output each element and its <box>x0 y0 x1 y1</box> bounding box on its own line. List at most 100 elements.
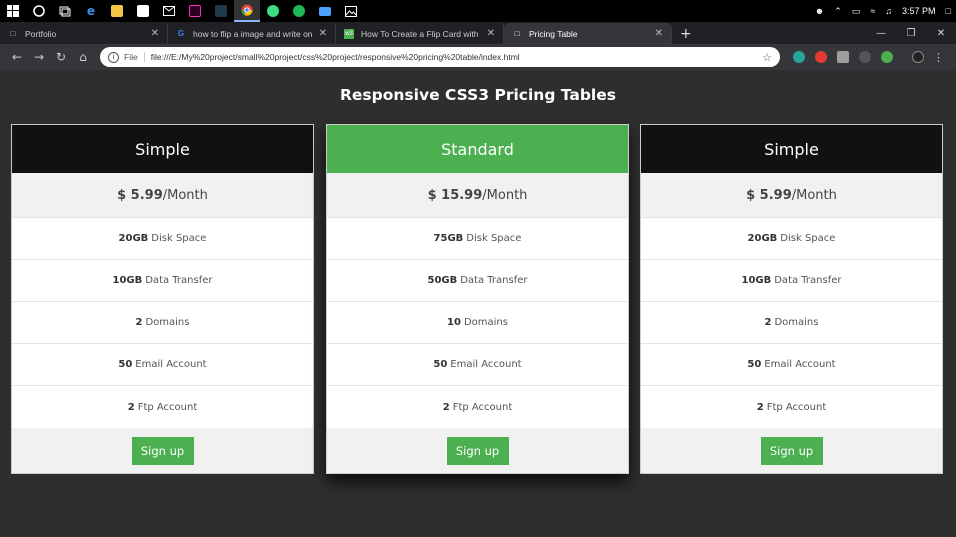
feature-value: 2 <box>756 401 764 413</box>
tab-title: Pricing Table <box>529 28 578 39</box>
feature-value: 50GB <box>427 275 458 286</box>
google-icon: G <box>177 29 185 38</box>
spotify-icon[interactable] <box>286 0 312 22</box>
menu-kebab-icon[interactable]: ⋮ <box>933 51 944 64</box>
cortana-icon[interactable] <box>26 0 52 22</box>
sign-up-button[interactable]: Sign up <box>760 436 823 465</box>
feature-email-account: 50 Email Account <box>327 344 628 386</box>
feature-email-account: 50 Email Account <box>12 344 313 386</box>
notification-icon[interactable]: □ <box>946 6 951 16</box>
url-scheme: File <box>124 52 145 62</box>
page-content: Responsive CSS3 Pricing Tables Simple $ … <box>0 70 956 537</box>
people-icon[interactable]: ☻ <box>815 6 824 16</box>
feature-label: Data Transfer <box>774 275 842 286</box>
browser-tab-strip: □ Portfolio ✕ G how to flip a image and … <box>0 22 956 44</box>
feature-value: 2 <box>127 401 135 413</box>
browser-tab-active[interactable]: □ Pricing Table ✕ <box>504 23 672 44</box>
minimize-icon[interactable]: — <box>866 28 896 39</box>
mail-icon[interactable] <box>156 0 182 22</box>
restore-icon[interactable]: ❐ <box>896 28 926 39</box>
feature-label: Data Transfer <box>460 275 528 286</box>
price-period: /Month <box>162 187 208 203</box>
feature-value: 75GB <box>433 233 464 244</box>
price-period: /Month <box>791 187 837 203</box>
address-bar[interactable]: i File file:///E:/My%20project/small%20p… <box>100 47 780 67</box>
camera-icon[interactable] <box>837 51 849 63</box>
feature-domains: 2 Domains <box>12 302 313 344</box>
feature-label: Email Account <box>135 359 207 370</box>
terminal-icon[interactable] <box>208 0 234 22</box>
feature-value: 20GB <box>118 233 149 244</box>
app-green-icon[interactable] <box>260 0 286 22</box>
plan-name: Simple <box>641 125 942 173</box>
card-footer: Sign up <box>327 428 628 473</box>
feature-label: Data Transfer <box>145 275 213 286</box>
plan-price: $ 5.99 /Month <box>641 173 942 218</box>
feature-label: Ftp Account <box>137 401 198 413</box>
feature-label: Email Account <box>450 359 522 370</box>
home-icon[interactable]: ⌂ <box>72 50 94 64</box>
clock[interactable]: 3:57 PM <box>902 6 936 16</box>
plan-name: Standard <box>327 125 628 173</box>
battery-icon[interactable]: ▭ <box>852 6 861 17</box>
url-text[interactable]: file:///E:/My%20project/small%20project/… <box>151 52 762 62</box>
task-view-icon[interactable] <box>52 0 78 22</box>
w3schools-icon: w3 <box>344 28 354 39</box>
sign-up-button[interactable]: Sign up <box>446 436 509 465</box>
page-title: Responsive CSS3 Pricing Tables <box>339 86 616 104</box>
feature-value: 2 <box>135 317 143 328</box>
extension-icon[interactable] <box>793 51 805 63</box>
close-tab-icon[interactable]: ✕ <box>319 28 327 39</box>
browser-tab[interactable]: G how to flip a image and write on ✕ <box>168 23 336 44</box>
chevron-up-icon[interactable]: ⌃ <box>834 6 842 17</box>
start-icon[interactable] <box>0 0 26 22</box>
sign-up-button[interactable]: Sign up <box>131 436 194 465</box>
file-explorer-icon[interactable] <box>104 0 130 22</box>
close-tab-icon[interactable]: ✕ <box>655 28 663 39</box>
page-icon: □ <box>10 29 16 38</box>
forward-arrow-icon[interactable]: → <box>28 50 50 64</box>
pricing-card-simple: Simple $ 5.99 /Month 20GB Disk Space 10GB… <box>11 124 314 474</box>
display-icon[interactable] <box>312 0 338 22</box>
back-arrow-icon[interactable]: ← <box>6 50 28 64</box>
extension-icon[interactable] <box>815 51 827 63</box>
chrome-icon[interactable] <box>234 0 260 22</box>
feature-domains: 2 Domains <box>641 302 942 344</box>
store-icon[interactable] <box>130 0 156 22</box>
tab-title: how to flip a image and write on <box>193 28 313 39</box>
price-amount: $ 5.99 <box>117 187 163 203</box>
new-tab-button[interactable]: + <box>680 23 692 44</box>
avatar[interactable] <box>912 51 924 63</box>
xd-icon[interactable] <box>182 0 208 22</box>
pricing-card-simple: Simple $ 5.99 /Month 20GB Disk Space 10GB… <box>640 124 943 474</box>
volume-icon[interactable]: ♫ <box>885 6 892 16</box>
close-window-icon[interactable]: ✕ <box>926 28 956 39</box>
close-tab-icon[interactable]: ✕ <box>151 28 159 39</box>
feature-value: 20GB <box>747 233 778 244</box>
photos-icon[interactable] <box>338 0 364 22</box>
feature-data-transfer: 10GB Data Transfer <box>641 260 942 302</box>
extensions: ⋮ <box>788 51 944 64</box>
feature-label: Ftp Account <box>766 401 827 413</box>
feature-disk-space: 75GB Disk Space <box>327 218 628 260</box>
close-tab-icon[interactable]: ✕ <box>487 28 495 39</box>
browser-tab[interactable]: w3 How To Create a Flip Card with C ✕ <box>336 23 504 44</box>
feature-data-transfer: 10GB Data Transfer <box>12 260 313 302</box>
price-amount: $ 5.99 <box>746 187 792 203</box>
page-icon: □ <box>514 29 520 38</box>
feature-value: 10 <box>447 317 461 328</box>
edge-icon[interactable]: e <box>78 0 104 22</box>
info-icon[interactable]: i <box>108 51 119 63</box>
browser-tab[interactable]: □ Portfolio ✕ <box>0 23 168 44</box>
feature-domains: 10 Domains <box>327 302 628 344</box>
reload-icon[interactable]: ↻ <box>50 50 72 64</box>
feature-label: Domains <box>463 317 508 328</box>
extension-icon[interactable] <box>881 51 893 63</box>
bookmark-star-icon[interactable]: ☆ <box>762 51 772 64</box>
feature-ftp-account: 2 Ftp Account <box>327 386 628 428</box>
windows-taskbar: e ☻ ⌃ ▭ ≈ ♫ 3:57 PM □ <box>0 0 956 22</box>
wifi-icon[interactable]: ≈ <box>870 6 875 16</box>
extension-icon[interactable] <box>859 51 871 63</box>
feature-data-transfer: 50GB Data Transfer <box>327 260 628 302</box>
feature-disk-space: 20GB Disk Space <box>641 218 942 260</box>
